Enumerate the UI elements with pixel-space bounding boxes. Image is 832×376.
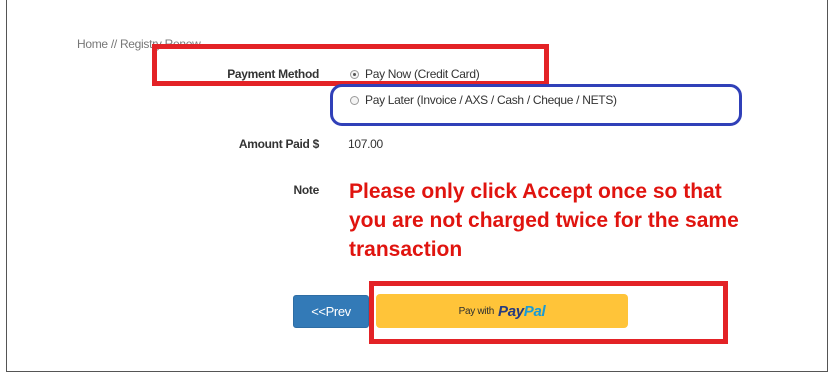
radio-pay-now[interactable]: Pay Now (Credit Card) bbox=[350, 67, 480, 81]
prev-button[interactable]: <<Prev bbox=[293, 295, 369, 328]
note-label: Note bbox=[293, 183, 320, 197]
radio-label-pay-now: Pay Now (Credit Card) bbox=[365, 67, 480, 81]
paypal-logo-icon: PayPal bbox=[497, 302, 546, 320]
radio-button-pay-now[interactable] bbox=[350, 69, 359, 79]
paypal-logo-pay: Pay bbox=[497, 302, 524, 320]
paypal-button[interactable]: Pay with PayPal bbox=[376, 294, 628, 328]
radio-button-pay-later[interactable] bbox=[350, 95, 359, 105]
radio-label-pay-later: Pay Later (Invoice / AXS / Cash / Cheque… bbox=[365, 93, 617, 107]
paypal-logo-pal: Pal bbox=[523, 302, 546, 320]
paypal-button-prefix: Pay with bbox=[458, 305, 495, 317]
breadcrumb: Home // Registry Renew bbox=[77, 37, 201, 51]
radio-pay-later[interactable]: Pay Later (Invoice / AXS / Cash / Cheque… bbox=[350, 93, 617, 107]
note-warning-text: Please only click Accept once so that yo… bbox=[349, 180, 739, 261]
amount-paid-label: Amount Paid $ bbox=[238, 137, 319, 151]
amount-paid-value: 107.00 bbox=[348, 137, 383, 151]
payment-method-label: Payment Method bbox=[227, 67, 319, 81]
